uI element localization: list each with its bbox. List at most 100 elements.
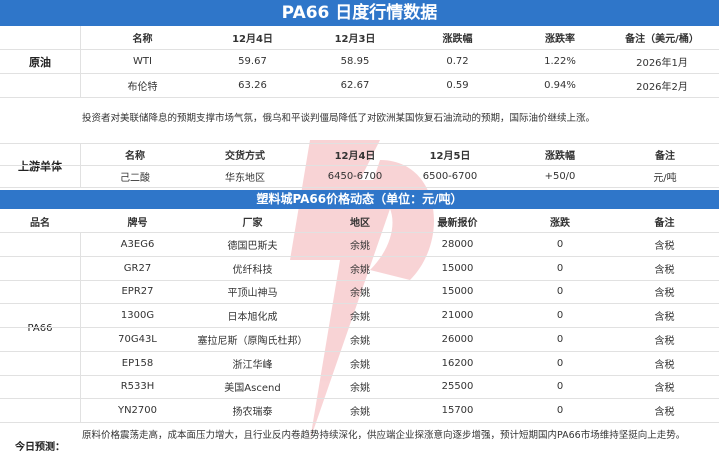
- crude-header-row: 名称 12月4日 12月3日 涨跌幅 涨跌率 备注（美元/桶）: [0, 26, 719, 50]
- pa66-region: 余姚: [350, 407, 370, 419]
- crude-change: 0.72: [446, 56, 469, 67]
- monomer-note: 元/吨: [653, 173, 677, 184]
- crude-value: 59.67: [238, 56, 267, 67]
- pa66-price: 16200: [441, 357, 474, 369]
- monomer-change: +50/0: [544, 171, 576, 182]
- table-row: R533H 美国Ascend 余姚 25500 0 含税: [0, 376, 719, 400]
- crude-name: WTI: [133, 56, 152, 67]
- pa66-note: 含税: [654, 383, 675, 395]
- pa66-change: 0: [556, 405, 564, 417]
- crude-rate: 0.94%: [544, 80, 576, 91]
- crude-value: 62.67: [340, 80, 370, 91]
- monomer-price: 6450-6700: [327, 171, 383, 182]
- pa66-maker: 塞拉尼斯（原陶氏杜邦）: [197, 335, 308, 347]
- pa66-grade: YN2700: [117, 405, 158, 417]
- pa66-header-change: 涨跌: [550, 218, 570, 229]
- pa66-note: 含税: [654, 359, 675, 371]
- crude-rate: 1.22%: [544, 56, 576, 67]
- forecast-text: 原料价格震荡走高，成本面压力增大，且行业反内卷趋势持续深化，供应端企业探涨意向逐…: [82, 430, 686, 441]
- pa66-change: 0: [556, 262, 564, 274]
- pa66-maker: 平顶山神马: [227, 288, 278, 300]
- pa66-grade: EPR27: [121, 286, 154, 298]
- monomer-header-change: 涨跌幅: [545, 151, 575, 162]
- pa66-maker: 德国巴斯夫: [227, 240, 278, 252]
- monomer-header-name: 名称: [125, 151, 145, 162]
- pa66-price: 15000: [441, 286, 474, 298]
- pa66-change: 0: [556, 286, 564, 298]
- pa66-header-price: 最新报价: [437, 218, 478, 229]
- pa66-region: 余姚: [350, 288, 370, 300]
- pa66-region: 余姚: [350, 264, 370, 276]
- pa66-note: 含税: [654, 335, 675, 347]
- pa66-note: 含税: [654, 407, 675, 419]
- monomer-header-note: 备注: [655, 151, 675, 162]
- pa66-region: 余姚: [350, 383, 370, 395]
- pa66-header-maker: 厂家: [242, 218, 263, 229]
- pa66-note: 含税: [654, 240, 675, 252]
- page: PA66 日度行情数据 原油 名称 12月4日 12月3日 涨跌幅 涨跌率 备注…: [0, 0, 719, 466]
- pa66-section-title: 塑料城PA66价格动态（单位：元/吨）: [0, 190, 719, 209]
- pa66-region: 余姚: [350, 240, 370, 252]
- pa66-grade: EP158: [121, 357, 154, 369]
- pa66-change: 0: [556, 310, 564, 322]
- pa66-grade: 70G43L: [118, 333, 157, 345]
- table-row: 己二酸 华东地区 6450-6700 6500-6700 +50/0 元/吨: [0, 166, 719, 188]
- forecast-label: 今日预测：: [15, 441, 65, 453]
- page-title: PA66 日度行情数据: [0, 0, 719, 26]
- crude-name: 布伦特: [127, 82, 158, 93]
- crude-value: 63.26: [238, 80, 267, 91]
- pa66-maker: 优纤科技: [232, 264, 273, 276]
- pa66-note: 含税: [654, 264, 675, 276]
- pa66-maker: 浙江华峰: [232, 359, 273, 371]
- table-row: 70G43L 塞拉尼斯（原陶氏杜邦） 余姚 26000 0 含税: [0, 328, 719, 352]
- pa66-change: 0: [556, 357, 564, 369]
- table-row: WTI 59.67 58.95 0.72 1.22% 2026年1月: [0, 50, 719, 74]
- pa66-grade: GR27: [123, 262, 152, 274]
- monomer-header-delivery: 交货方式: [225, 151, 265, 162]
- pa66-change: 0: [556, 333, 564, 345]
- pa66-header-note: 备注: [654, 218, 675, 229]
- pa66-change: 0: [556, 238, 564, 250]
- monomer-delivery: 华东地区: [225, 173, 265, 184]
- crude-header-name: 名称: [132, 34, 153, 45]
- pa66-grade: 1300G: [120, 310, 155, 322]
- crude-header-note: 备注（美元/桶）: [625, 34, 699, 45]
- pa66-maker: 扬农瑞泰: [232, 407, 273, 419]
- pa66-price: 25500: [441, 381, 474, 393]
- monomer-name: 己二酸: [120, 173, 150, 184]
- table-row: YN2700 扬农瑞泰 余姚 15700 0 含税: [0, 399, 719, 423]
- crude-note: 2026年1月: [636, 58, 688, 69]
- crude-header-change: 涨跌幅: [442, 34, 473, 45]
- pa66-header-region: 地区: [350, 218, 370, 229]
- pa66-header-grade: 牌号: [127, 218, 148, 229]
- crude-change: 0.59: [446, 80, 469, 91]
- commentary-row: [0, 98, 719, 144]
- crude-header-date1: 12月4日: [232, 34, 273, 45]
- crude-header-date2: 12月3日: [334, 34, 376, 45]
- pa66-price: 15000: [441, 262, 474, 274]
- crude-value: 58.95: [340, 56, 370, 67]
- table-row: 布伦特 63.26 62.67 0.59 0.94% 2026年2月: [0, 74, 719, 98]
- pa66-maker: 日本旭化成: [227, 312, 278, 324]
- pa66-header-product: 品名: [30, 218, 50, 229]
- pa66-maker: 美国Ascend: [224, 383, 281, 395]
- crude-header-rate: 涨跌率: [545, 34, 575, 45]
- pa66-region: 余姚: [350, 359, 370, 371]
- table-row: GR27 优纤科技 余姚 15000 0 含税: [0, 257, 719, 281]
- pa66-region: 余姚: [350, 335, 370, 347]
- monomer-header-date1: 12月4日: [334, 151, 376, 162]
- pa66-grade: R533H: [120, 381, 155, 393]
- pa66-note: 含税: [654, 312, 675, 324]
- pa66-grade: A3EG6: [120, 238, 155, 250]
- table-row: A3EG6 德国巴斯夫 余姚 28000 0 含税: [0, 233, 719, 257]
- pa66-region: 余姚: [350, 312, 370, 324]
- pa66-price: 28000: [441, 238, 474, 250]
- pa66-price: 21000: [441, 310, 474, 322]
- pa66-change: 0: [556, 381, 564, 393]
- table-row: 1300G 日本旭化成 余姚 21000 0 含税: [0, 304, 719, 328]
- pa66-note: 含税: [654, 288, 675, 300]
- table-row: EPR27 平顶山神马 余姚 15000 0 含税: [0, 281, 719, 305]
- table-row: EP158 浙江华峰 余姚 16200 0 含税: [0, 352, 719, 376]
- crude-note: 2026年2月: [636, 82, 688, 93]
- pa66-price: 26000: [441, 333, 474, 345]
